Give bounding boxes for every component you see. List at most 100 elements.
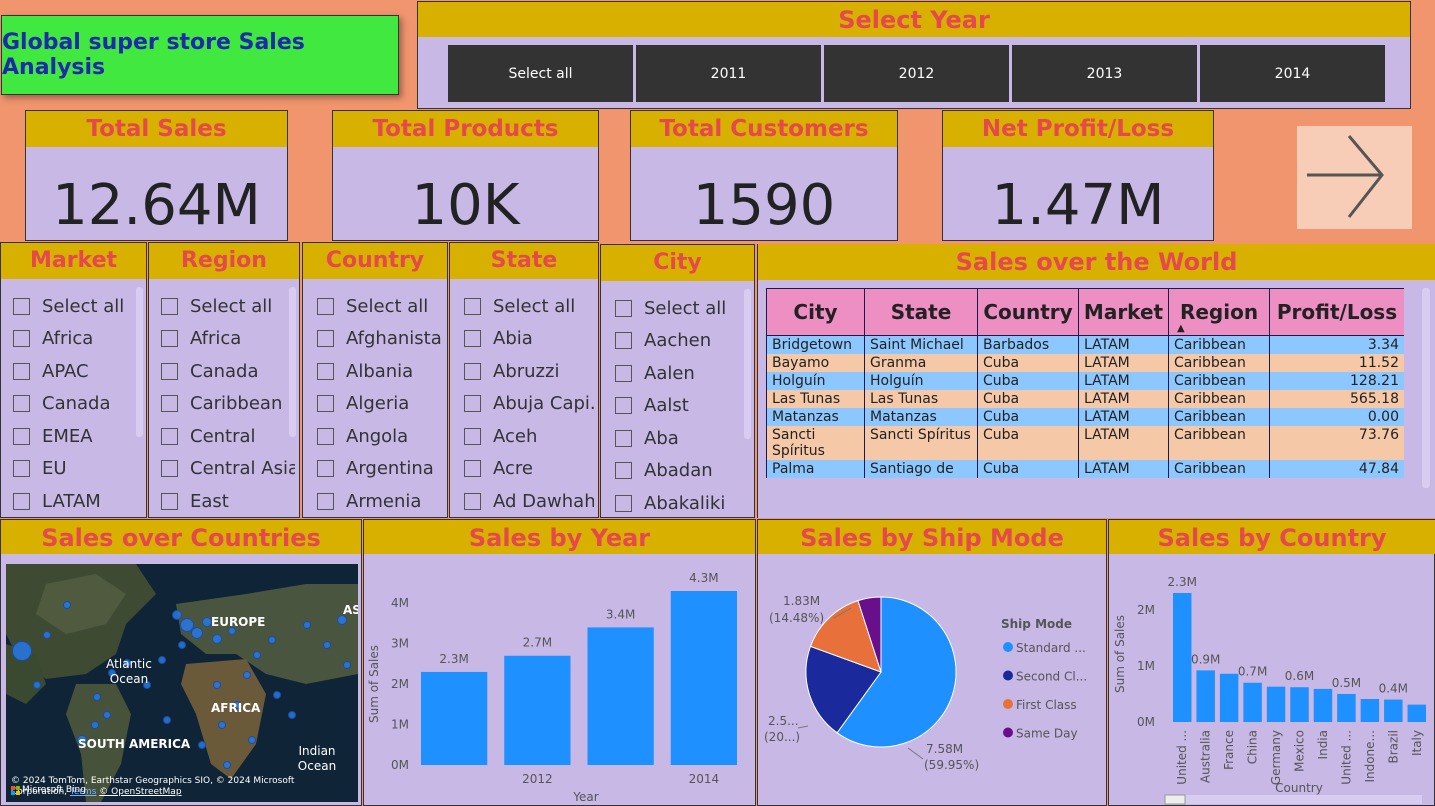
slicer-item[interactable]: Canada bbox=[13, 388, 142, 421]
map-bubble[interactable] bbox=[163, 716, 171, 724]
checkbox[interactable] bbox=[317, 492, 334, 510]
checkbox[interactable] bbox=[464, 330, 481, 348]
column-header[interactable]: City bbox=[766, 288, 865, 336]
checkbox[interactable] bbox=[317, 460, 334, 478]
map-bubble[interactable] bbox=[43, 631, 51, 639]
map-bubble[interactable] bbox=[178, 641, 186, 649]
map-bubble[interactable] bbox=[198, 741, 206, 749]
world-map[interactable]: EUROPE AS Atlantic Ocean AFRICA SOUTH AM… bbox=[6, 564, 358, 802]
slicer-item[interactable]: Angola bbox=[317, 420, 443, 453]
checkbox[interactable] bbox=[317, 395, 334, 413]
bar[interactable] bbox=[504, 655, 571, 765]
table-row[interactable]: Holguín Holguín Cuba LATAM Caribbean 128.21 bbox=[766, 372, 1404, 390]
checkbox[interactable] bbox=[161, 330, 178, 348]
column-header[interactable]: State bbox=[864, 288, 978, 336]
slicer-item[interactable]: Africa bbox=[13, 323, 142, 356]
checkbox[interactable] bbox=[317, 330, 334, 348]
slicer-item[interactable]: Canada bbox=[161, 355, 295, 388]
checkbox[interactable] bbox=[615, 397, 632, 415]
map-bubble[interactable] bbox=[93, 693, 101, 701]
checkbox[interactable] bbox=[317, 297, 334, 315]
slicer-item[interactable]: Aba bbox=[615, 422, 750, 455]
checkbox[interactable] bbox=[13, 460, 30, 478]
slicer-item[interactable]: Aalst bbox=[615, 390, 750, 423]
checkbox[interactable] bbox=[464, 492, 481, 510]
checkbox[interactable] bbox=[161, 460, 178, 478]
checkbox[interactable] bbox=[161, 427, 178, 445]
slicer-item[interactable]: Afghanistan bbox=[317, 323, 443, 356]
slicer-item[interactable]: Argentina bbox=[317, 453, 443, 486]
checkbox[interactable] bbox=[615, 462, 632, 480]
map-osm-link[interactable]: © OpenStreetMap bbox=[99, 787, 181, 797]
table-row[interactable]: Bridgetown Saint Michael Barbados LATAM Cari… bbox=[766, 335, 1404, 354]
slicer-item[interactable]: Ad Dawhah bbox=[464, 485, 594, 518]
sales-by-shipmode-chart[interactable]: 7.58M (59.95%) 2.5... (20...) 1.83M (14.48%) S… bbox=[758, 554, 1106, 806]
slicer-item[interactable]: Aalen bbox=[615, 357, 750, 390]
checkbox[interactable] bbox=[615, 332, 632, 350]
map-bubble[interactable] bbox=[63, 601, 71, 609]
checkbox[interactable] bbox=[317, 362, 334, 380]
slicer-item[interactable]: LATAM bbox=[13, 485, 142, 518]
bar[interactable] bbox=[1196, 670, 1215, 722]
slicer-item[interactable]: EMEA bbox=[13, 420, 142, 453]
bar[interactable] bbox=[587, 627, 654, 765]
map-bubble[interactable] bbox=[253, 651, 261, 659]
bar[interactable] bbox=[1407, 704, 1426, 722]
checkbox[interactable] bbox=[317, 427, 334, 445]
map-bubble[interactable] bbox=[191, 627, 203, 639]
slicer-item[interactable]: APAC bbox=[13, 355, 142, 388]
checkbox[interactable] bbox=[161, 297, 178, 315]
slicer-item[interactable]: Select all bbox=[161, 290, 295, 323]
column-header[interactable]: Country bbox=[977, 288, 1079, 336]
map-bubble[interactable] bbox=[91, 721, 99, 729]
map-bubble[interactable] bbox=[303, 621, 311, 629]
checkbox[interactable] bbox=[13, 297, 30, 315]
checkbox[interactable] bbox=[464, 362, 481, 380]
bar[interactable] bbox=[1290, 687, 1309, 722]
year-option-2014[interactable]: 2014 bbox=[1200, 45, 1385, 102]
map-bubble[interactable] bbox=[158, 656, 166, 664]
checkbox[interactable] bbox=[161, 395, 178, 413]
map-bubble[interactable] bbox=[343, 661, 351, 669]
slicer-item[interactable]: Algeria bbox=[317, 388, 443, 421]
slicer-item[interactable]: Central bbox=[161, 420, 295, 453]
column-header[interactable]: Market bbox=[1078, 288, 1169, 336]
table-row[interactable]: Palma Santiago de Cuba LATAM Caribbean 47.84 bbox=[766, 460, 1404, 478]
slicer-item[interactable]: Africa bbox=[161, 323, 295, 356]
checkbox[interactable] bbox=[615, 429, 632, 447]
table-row[interactable]: Bayamo Granma Cuba LATAM Caribbean 11.52 bbox=[766, 354, 1404, 372]
year-option-2011[interactable]: 2011 bbox=[636, 45, 821, 102]
slicer-item[interactable]: Abakaliki bbox=[615, 487, 750, 520]
checkbox[interactable] bbox=[464, 427, 481, 445]
map-bubble[interactable] bbox=[268, 636, 276, 644]
map-bubble[interactable] bbox=[172, 610, 182, 620]
slicer-item[interactable]: Abia bbox=[464, 323, 594, 356]
year-option-select-all[interactable]: Select all bbox=[448, 45, 633, 102]
checkbox[interactable] bbox=[615, 299, 632, 317]
map-bubble[interactable] bbox=[273, 691, 281, 699]
map-bubble[interactable] bbox=[248, 736, 256, 744]
checkbox[interactable] bbox=[615, 494, 632, 512]
map-bubble[interactable] bbox=[12, 641, 32, 661]
slicer-item[interactable]: Abuja Capi... bbox=[464, 388, 594, 421]
slicer-item[interactable]: Acre bbox=[464, 453, 594, 486]
checkbox[interactable] bbox=[464, 297, 481, 315]
next-page-button[interactable] bbox=[1297, 126, 1412, 229]
slicer-item[interactable]: Abadan bbox=[615, 455, 750, 488]
checkbox[interactable] bbox=[13, 362, 30, 380]
map-bubble[interactable] bbox=[288, 711, 296, 719]
checkbox[interactable] bbox=[464, 460, 481, 478]
slicer-item[interactable]: Select all bbox=[464, 290, 594, 323]
bar[interactable] bbox=[1313, 688, 1333, 722]
slicer-item[interactable]: Aachen bbox=[615, 325, 750, 358]
checkbox[interactable] bbox=[13, 492, 30, 510]
map-bubble[interactable] bbox=[33, 681, 41, 689]
slicer-item[interactable]: Abruzzi bbox=[464, 355, 594, 388]
table-row[interactable]: Las Tunas Las Tunas Cuba LATAM Caribbean 565.… bbox=[766, 390, 1404, 408]
slicer-item[interactable]: Select all bbox=[13, 290, 142, 323]
bar[interactable] bbox=[1173, 593, 1192, 722]
checkbox[interactable] bbox=[161, 492, 178, 510]
map-bubble[interactable] bbox=[212, 634, 222, 644]
map-bubble[interactable] bbox=[243, 671, 251, 679]
slicer-item[interactable]: Aceh bbox=[464, 420, 594, 453]
